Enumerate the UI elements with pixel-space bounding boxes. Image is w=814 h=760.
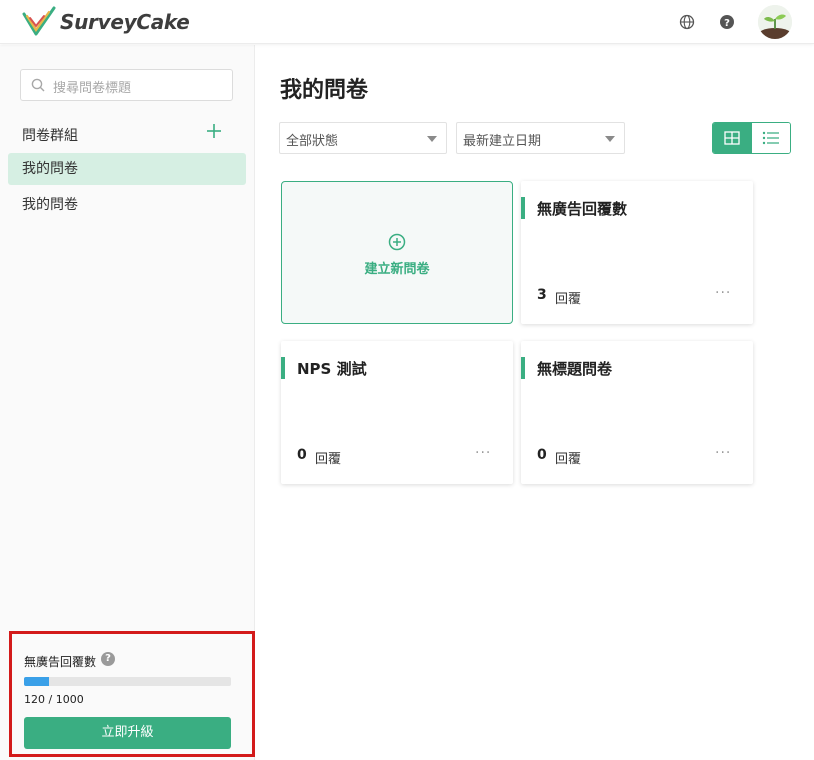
status-filter-select[interactable]: 全部狀態 (279, 122, 447, 154)
list-icon (762, 131, 779, 145)
sidebar: 搜尋問卷標題 問卷群組 我的問卷 我的問卷 無廣告回覆數 ? 120 / 100… (0, 45, 255, 760)
response-unit: 回覆 (315, 452, 342, 467)
brand-name: SurveyCake (60, 10, 190, 34)
page-title: 我的問卷 (280, 78, 369, 103)
quota-help-icon[interactable]: ? (101, 652, 115, 666)
more-options-icon[interactable]: ··· (715, 445, 731, 461)
caret-down-icon (427, 136, 437, 142)
create-survey-card[interactable]: 建立新問卷 (281, 181, 513, 324)
survey-card[interactable]: 無廣告回覆數 3 回覆 ··· (521, 181, 753, 324)
card-accent (521, 197, 525, 219)
grid-view-button[interactable] (713, 123, 752, 153)
card-accent (521, 357, 525, 379)
seedling-avatar-icon (758, 5, 792, 39)
survey-card[interactable]: 無標題問卷 0 回覆 ··· (521, 341, 753, 484)
create-survey-label: 建立新問卷 (364, 262, 430, 277)
search-placeholder: 搜尋問卷標題 (53, 81, 132, 96)
sort-select[interactable]: 最新建立日期 (456, 122, 625, 154)
response-unit: 回覆 (555, 452, 582, 467)
sidebar-item-my-surveys[interactable]: 我的問卷 (8, 189, 246, 221)
more-options-icon[interactable]: ··· (715, 285, 731, 301)
sidebar-item-my-surveys-active[interactable]: 我的問卷 (8, 153, 246, 185)
list-view-button[interactable] (751, 123, 790, 153)
add-group-button[interactable] (205, 122, 223, 140)
grid-icon (724, 131, 740, 145)
more-options-icon[interactable]: ··· (475, 445, 491, 461)
language-globe-icon[interactable] (677, 12, 697, 32)
quota-progress-fill (24, 677, 49, 686)
user-avatar[interactable] (758, 5, 792, 39)
survey-title: 無廣告回覆數 (537, 200, 628, 218)
card-accent (281, 357, 285, 379)
response-count: 0 (537, 447, 547, 463)
response-count: 3 (537, 287, 547, 303)
help-icon[interactable]: ? (717, 12, 737, 32)
ad-free-quota-panel: 無廣告回覆數 ? 120 / 1000 立即升級 (9, 631, 255, 757)
quota-count-text: 120 / 1000 (24, 693, 84, 706)
survey-title: 無標題問卷 (537, 360, 613, 378)
response-unit: 回覆 (555, 292, 582, 307)
survey-title: NPS 測試 (297, 360, 367, 378)
status-filter-value: 全部狀態 (286, 134, 339, 149)
sort-value: 最新建立日期 (463, 134, 542, 149)
quota-title: 無廣告回覆數 (24, 655, 97, 669)
search-input[interactable]: 搜尋問卷標題 (20, 69, 233, 101)
svg-text:?: ? (724, 18, 730, 29)
response-count: 0 (297, 447, 307, 463)
caret-down-icon (605, 136, 615, 142)
search-icon (31, 78, 45, 92)
survey-groups-heading: 問卷群組 (22, 128, 78, 144)
plus-icon (207, 124, 221, 138)
plus-circle-icon (388, 233, 406, 251)
top-bar: SurveyCake ? (0, 0, 814, 44)
surveycake-logo[interactable]: SurveyCake (22, 6, 190, 38)
quota-progress-bar (24, 677, 231, 686)
view-mode-toggle (712, 122, 791, 154)
surveycake-logo-mark-icon (22, 6, 56, 36)
upgrade-button[interactable]: 立即升級 (24, 717, 231, 749)
survey-card[interactable]: NPS 測試 0 回覆 ··· (281, 341, 513, 484)
